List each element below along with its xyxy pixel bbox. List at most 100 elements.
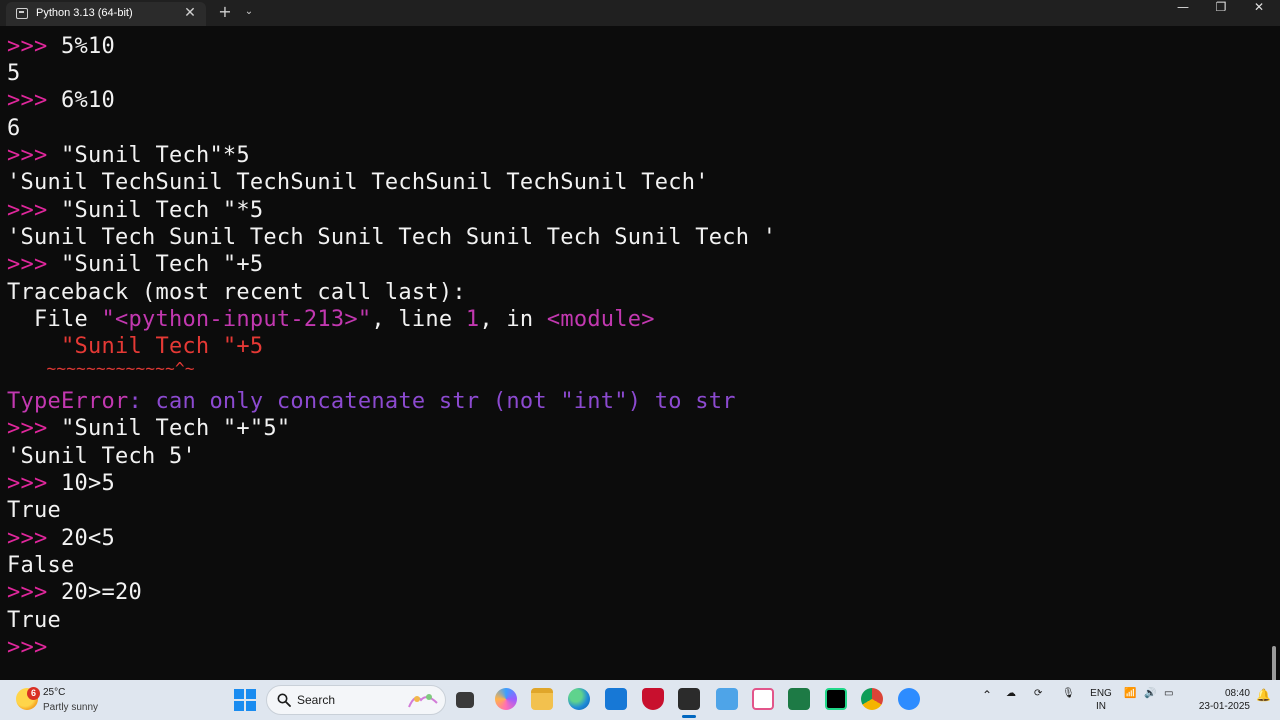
output-text: False [7, 553, 75, 578]
notification-bell-icon[interactable]: 🔔 [1256, 688, 1271, 712]
language-bottom[interactable]: IN [1088, 701, 1114, 713]
input-text: "Sunil Tech "+"5" [47, 416, 291, 441]
tab-close-icon[interactable]: ✕ [182, 5, 198, 21]
zoom-icon[interactable] [898, 688, 920, 710]
taskbar: 6 25°C Partly sunny Search ⌃ ☁ ⟳ 🎙 ENG I… [0, 680, 1280, 720]
terminal-output[interactable]: >>> 5%10 5 >>> 6%10 6 >>> "Sunil Tech"*5… [0, 26, 1280, 688]
terminal-line: >>> 6%10 [7, 87, 115, 114]
traceback-module: <module> [546, 307, 655, 332]
windows-logo-pane [246, 701, 256, 711]
close-window-button[interactable]: ✕ [1240, 0, 1278, 26]
terminal-line: 'Sunil Tech Sunil Tech Sunil Tech Sunil … [7, 224, 776, 251]
weather-temperature: 25°C [43, 687, 66, 698]
prompt: >>> [7, 88, 48, 113]
microphone-icon[interactable]: 🎙 [1062, 688, 1075, 712]
notepad-icon[interactable] [716, 688, 738, 710]
minimize-button[interactable]: — [1164, 0, 1202, 26]
edge-browser-icon[interactable] [568, 688, 590, 710]
input-text: "Sunil Tech "*5 [47, 198, 264, 223]
prompt: >>> [7, 416, 48, 441]
input-text: "Sunil Tech "+5 [47, 252, 264, 277]
mcafee-icon[interactable] [642, 688, 664, 710]
output-text: 5 [7, 61, 21, 86]
traceback-header: Traceback (most recent call last): [7, 280, 466, 305]
terminal-line: "Sunil Tech "+5 [7, 333, 263, 360]
error-code-rest: +5 [236, 334, 264, 359]
file-explorer-icon[interactable] [531, 688, 553, 710]
microsoft-store-icon[interactable] [605, 688, 627, 710]
prompt: >>> [7, 34, 48, 59]
excel-icon[interactable] [788, 688, 810, 710]
terminal-line: True [7, 497, 61, 524]
tab-title: Python 3.13 (64-bit) [36, 7, 133, 19]
search-bar[interactable]: Search [266, 685, 446, 715]
terminal-line: >>> "Sunil Tech "*5 [7, 197, 263, 224]
output-text: 6 [7, 116, 21, 141]
error-type: TypeError [7, 389, 129, 414]
prompt: >>> [7, 580, 48, 605]
sync-icon[interactable]: ⟳ [1034, 688, 1050, 712]
output-text: 'Sunil Tech Sunil Tech Sunil Tech Sunil … [7, 225, 777, 250]
error-code-highlight: "Sunil Tech " [7, 334, 237, 359]
maximize-button[interactable]: ❐ [1202, 0, 1240, 26]
weather-widget[interactable]: 6 25°C Partly sunny [14, 684, 124, 716]
terminal-line: 'Sunil TechSunil TechSunil TechSunil Tec… [7, 169, 709, 196]
battery-icon[interactable]: ▭ [1164, 688, 1178, 712]
terminal-line: 6 [7, 115, 21, 142]
terminal-line: 'Sunil Tech 5' [7, 443, 196, 470]
search-label: Search [297, 693, 336, 707]
terminal-line: False [7, 552, 74, 579]
windows-logo-pane [234, 701, 244, 711]
language-top[interactable]: ENG [1088, 688, 1114, 700]
prompt: >>> [7, 198, 48, 223]
tab-dropdown-button[interactable]: ⌄ [240, 3, 258, 21]
output-text: True [7, 498, 61, 523]
new-tab-button[interactable]: + [216, 3, 234, 21]
input-text: 5%10 [47, 34, 115, 59]
copilot-icon[interactable] [495, 688, 517, 710]
terminal-line: TypeError: can only concatenate str (not… [7, 388, 736, 415]
input-text: 20>=20 [47, 580, 142, 605]
terminal-line: >>> 20>=20 [7, 579, 142, 606]
pycharm-icon[interactable] [825, 688, 847, 710]
search-highlight-icon [408, 694, 438, 708]
terminal-line: >>> "Sunil Tech "+5 [7, 251, 263, 278]
terminal-input-line[interactable]: >>> [7, 634, 48, 661]
chrome-icon[interactable] [861, 688, 883, 710]
traceback-file-keyword: File [7, 307, 102, 332]
clock-date[interactable]: 23-01-2025 [1188, 701, 1250, 713]
input-text: 20<5 [47, 526, 115, 551]
show-hidden-icons-button[interactable]: ⌃ [982, 688, 996, 712]
terminal-line: File "<python-input-213>", line 1, in <m… [7, 306, 655, 333]
traceback-line-number: 1 [465, 307, 480, 332]
terminal-line: True [7, 607, 61, 634]
task-view-icon[interactable] [456, 692, 474, 708]
error-caret-underline: ~~~~~~~~~~~~~^~ [7, 359, 195, 378]
search-icon [277, 693, 291, 707]
traceback-separator: , line [371, 307, 466, 332]
input-text: "Sunil Tech"*5 [47, 143, 250, 168]
prompt: >>> [7, 526, 48, 551]
terminal-line: >>> 5%10 [7, 33, 115, 60]
traceback-separator: , in [479, 307, 547, 332]
weather-description: Partly sunny [43, 702, 99, 713]
onedrive-icon[interactable]: ☁ [1006, 688, 1022, 712]
prompt: >>> [7, 252, 48, 277]
traceback-filename: "<python-input-213>" [101, 307, 372, 332]
volume-icon[interactable]: 🔊 [1144, 688, 1158, 712]
snipping-tool-icon[interactable] [752, 688, 774, 710]
notification-badge: 6 [27, 687, 40, 700]
output-text: 'Sunil TechSunil TechSunil TechSunil Tec… [7, 170, 709, 195]
prompt: >>> [7, 635, 48, 660]
output-text: True [7, 608, 61, 633]
windows-logo-icon [234, 689, 244, 699]
terminal-line: >>> "Sunil Tech"*5 [7, 142, 250, 169]
terminal-tab[interactable]: Python 3.13 (64-bit) ✕ [6, 2, 206, 26]
clock-time[interactable]: 08:40 [1188, 688, 1250, 700]
wifi-icon[interactable]: 📶 [1124, 688, 1138, 712]
terminal-app-icon[interactable] [678, 688, 700, 718]
start-button[interactable] [234, 689, 256, 711]
terminal-line: 5 [7, 60, 21, 87]
prompt: >>> [7, 143, 48, 168]
input-text: 6%10 [47, 88, 115, 113]
